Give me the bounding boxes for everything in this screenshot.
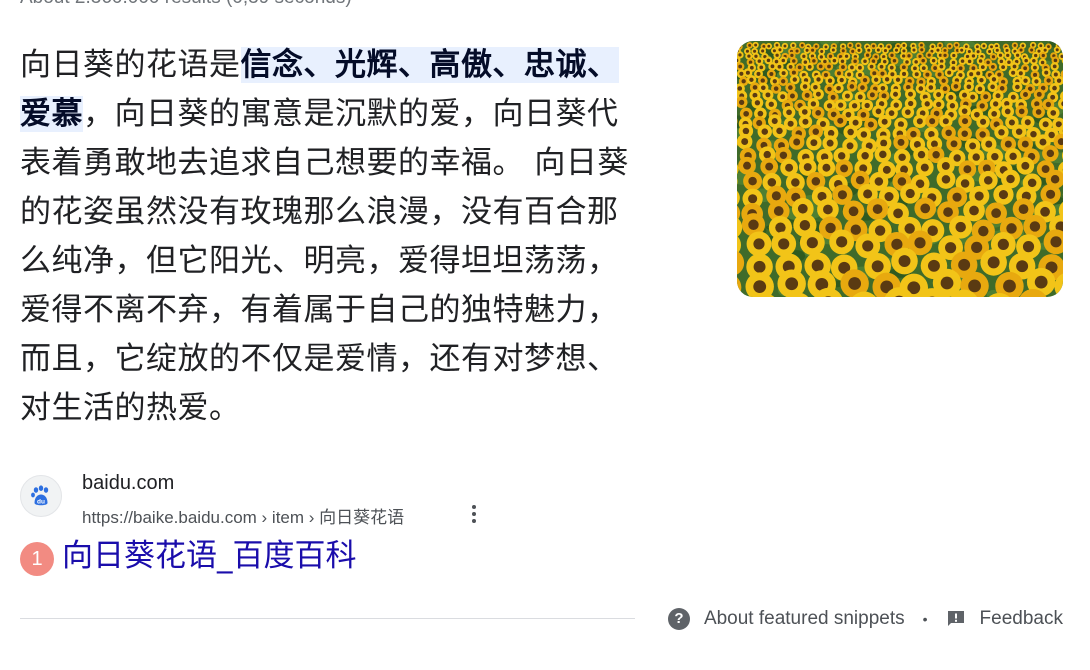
snippet-line: 对生活的热爱。 — [20, 390, 241, 426]
divider — [20, 618, 635, 619]
results-stats: About 2.360.000 results (0,39 seconds) — [20, 0, 352, 9]
sunflower-field-graphic — [737, 41, 1063, 297]
result-number-badge: 1 — [20, 542, 54, 576]
help-icon: ? — [667, 608, 690, 630]
site-name[interactable]: baidu.com — [82, 472, 174, 495]
svg-text:du: du — [37, 499, 45, 506]
feedback-link[interactable]: Feedback — [946, 608, 1063, 630]
about-featured-snippets-link[interactable]: ? About featured snippets — [667, 608, 905, 630]
snippet-line: 表着勇敢地去追求自己想要的幸福。 向日葵 — [20, 145, 629, 181]
snippet-footer: ? About featured snippets • Feedback — [667, 604, 1063, 634]
baidu-paw-icon[interactable]: du — [20, 475, 62, 517]
snippet-line: 么纯净，但它阳光、明亮，爱得坦坦荡荡， — [20, 243, 619, 279]
snippet-highlight: 信念、光辉、高傲、忠诚、 — [240, 47, 619, 83]
snippet-line: 的花姿虽然没有玫瑰那么浪漫，没有百合那 — [20, 194, 619, 230]
snippet-line: 向日葵的花语是信念、光辉、高傲、忠诚、 — [20, 47, 619, 83]
featured-snippet-text: 向日葵的花语是信念、光辉、高傲、忠诚、 爱慕，向日葵的寓意是沉默的爱，向日葵代 … — [20, 41, 710, 433]
result-title-link[interactable]: 向日葵花语_百度百科 — [62, 536, 357, 576]
snippet-line: 爱慕，向日葵的寓意是沉默的爱，向日葵代 — [20, 96, 619, 132]
snippet-line: 而且，它绽放的不仅是爱情，还有对梦想、 — [20, 341, 619, 377]
result-url[interactable]: https://baike.baidu.com › item › 向日葵花语 — [82, 503, 404, 528]
snippet-line: 爱得不离不弃，有着属于自己的独特魅力， — [20, 292, 619, 328]
footer-separator: • — [922, 611, 928, 627]
sunflower-field-image[interactable] — [737, 41, 1063, 297]
more-options-icon[interactable] — [464, 500, 484, 528]
result-source: du baidu.com https://baike.baidu.com › i… — [20, 472, 500, 527]
snippet-highlight: 爱慕 — [20, 96, 83, 132]
feedback-icon — [946, 609, 966, 629]
